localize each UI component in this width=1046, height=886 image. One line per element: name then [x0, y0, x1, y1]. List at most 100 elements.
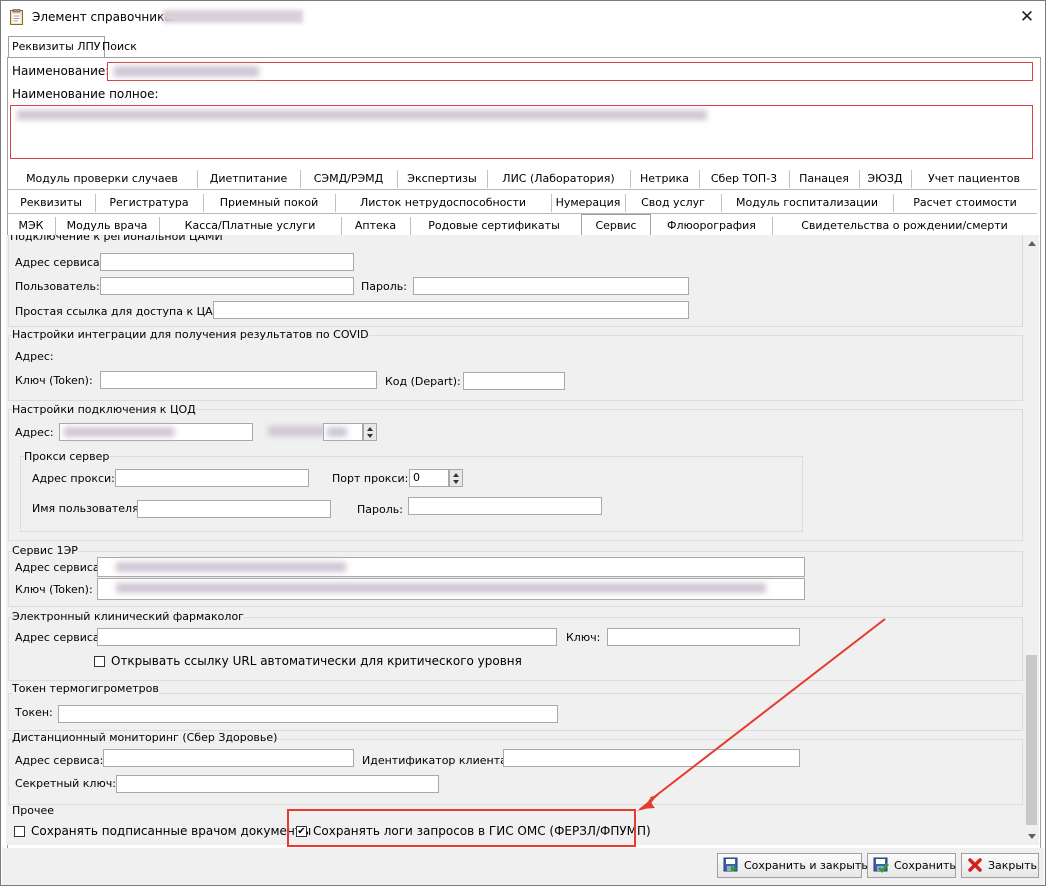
- cami-user-input[interactable]: [100, 277, 354, 295]
- cami-address-input[interactable]: [100, 253, 354, 271]
- thermo-token-input[interactable]: [58, 705, 558, 723]
- thermo-token-label: Токен:: [15, 706, 53, 719]
- proxy-port-label: Порт прокси:: [332, 472, 409, 485]
- tab-search[interactable]: Поиск: [99, 37, 140, 57]
- tab-sick-leave[interactable]: Листок нетрудоспособности: [335, 194, 552, 212]
- cod-address-label: Адрес:: [15, 426, 54, 439]
- service1er-token-input[interactable]: [97, 578, 805, 600]
- save-signed-docs-checkbox[interactable]: [14, 826, 25, 837]
- save-close-icon: [723, 857, 738, 872]
- cami-link-input[interactable]: [213, 301, 689, 319]
- save-label: Сохранить: [894, 859, 956, 872]
- cod-address-input[interactable]: [59, 423, 253, 441]
- save-and-close-button[interactable]: Сохранить и закрыть: [717, 853, 868, 878]
- tab-case-check[interactable]: Модуль проверки случаев: [7, 170, 198, 188]
- cod-group-title: Настройки подключения к ЦОД: [12, 403, 196, 416]
- tab-cost-calc[interactable]: Расчет стоимости: [893, 194, 1037, 212]
- close-button[interactable]: Закрыть: [961, 853, 1039, 878]
- scroll-down-icon[interactable]: [1028, 834, 1036, 839]
- name-label: Наименование:: [12, 64, 110, 78]
- tab-registry[interactable]: Регистратура: [95, 194, 204, 212]
- cod-port-input[interactable]: [323, 423, 363, 441]
- proxy-address-input[interactable]: [115, 469, 309, 487]
- proxy-password-input[interactable]: [408, 497, 602, 515]
- service1er-address-redacted: [116, 562, 346, 572]
- tab-mek[interactable]: МЭК: [7, 217, 56, 235]
- save-button[interactable]: Сохранить: [867, 853, 956, 878]
- tab-numbering[interactable]: Нумерация: [551, 194, 626, 212]
- tab-reception[interactable]: Приемный покой: [203, 194, 336, 212]
- tab-patient-accounting[interactable]: Учет пациентов: [911, 170, 1037, 188]
- fullname-label: Наименование полное:: [12, 87, 159, 101]
- tab-pharmacy[interactable]: Аптека: [341, 217, 411, 235]
- proxy-username-input[interactable]: [137, 500, 331, 518]
- tab-requisites[interactable]: Реквизиты: [7, 194, 96, 212]
- tab-semd[interactable]: СЭМД/РЭМД: [300, 170, 398, 188]
- proxy-address-label: Адрес прокси:: [32, 472, 115, 485]
- vertical-scrollbar[interactable]: [1024, 235, 1039, 845]
- tab-row-3: МЭК Модуль врача Касса/Платные услуги Ап…: [7, 214, 1037, 237]
- highlight-box: [287, 809, 636, 847]
- tab-netrika[interactable]: Нетрика: [630, 170, 700, 188]
- cami-link-label: Простая ссылка для доступа к ЦАМИ:: [15, 305, 235, 318]
- proxy-password-label: Пароль:: [357, 503, 403, 516]
- tab-row-2: Реквизиты Регистратура Приемный покой Ли…: [7, 191, 1037, 214]
- tab-birth-certificates[interactable]: Родовые сертификаты: [410, 217, 578, 235]
- remote-address-input[interactable]: [103, 749, 354, 767]
- tab-eyuzd[interactable]: ЭЮЗД: [859, 170, 912, 188]
- service1er-token-redacted: [116, 583, 766, 593]
- close-label: Закрыть: [988, 859, 1037, 872]
- tab-service[interactable]: Сервис: [581, 214, 651, 237]
- close-window-button[interactable]: ✕: [1015, 5, 1039, 29]
- pharmacologist-key-label: Ключ:: [566, 631, 601, 644]
- remote-group-title: Дистанционный мониторинг (Сбер Здоровье): [12, 731, 278, 744]
- cami-password-input[interactable]: [413, 277, 689, 295]
- remote-secret-input[interactable]: [116, 775, 439, 793]
- save-and-close-label: Сохранить и закрыть: [744, 859, 868, 872]
- tab-cashdesk[interactable]: Касса/Платные услуги: [159, 217, 342, 235]
- cami-user-label: Пользователь:: [15, 280, 100, 293]
- cod-port-spinner[interactable]: [363, 423, 377, 441]
- scrollbar-thumb[interactable]: [1026, 655, 1037, 825]
- scroll-up-icon[interactable]: [1028, 241, 1036, 246]
- name-input[interactable]: [107, 62, 1033, 81]
- window-title-redacted: [163, 10, 303, 23]
- remote-client-id-label: Идентификатор клиента:: [362, 754, 511, 767]
- tab-sber-top3[interactable]: Сбер ТОП-3: [699, 170, 790, 188]
- proxy-port-input[interactable]: 0: [409, 469, 449, 487]
- dialog-window: Элемент справочника: ✕ Реквизиты ЛПУ Пои…: [0, 0, 1046, 886]
- tab-expertise[interactable]: Экспертизы: [397, 170, 488, 188]
- title-bar: Элемент справочника: ✕: [1, 1, 1045, 33]
- fullname-input[interactable]: [10, 105, 1033, 159]
- remote-secret-label: Секретный ключ:: [15, 777, 116, 790]
- tab-diet[interactable]: Диетпитание: [197, 170, 301, 188]
- tab-hospitalization[interactable]: Модуль госпитализации: [721, 194, 894, 212]
- window-title: Элемент справочника:: [32, 10, 176, 24]
- tab-requisites-lpu[interactable]: Реквизиты ЛПУ: [8, 36, 105, 58]
- name-value-redacted: [114, 66, 259, 77]
- pharmacologist-address-label: Адрес сервиса:: [15, 631, 104, 644]
- auto-open-url-checkbox[interactable]: [94, 656, 105, 667]
- service1er-address-input[interactable]: [97, 557, 805, 577]
- save-signed-docs-label[interactable]: Сохранять подписанные врачом документы: [31, 824, 311, 838]
- cami-group-title: Подключение к региональной ЦАМИ: [10, 235, 223, 243]
- covid-depart-input[interactable]: [463, 372, 565, 390]
- proxy-group-title: Прокси сервер: [24, 450, 110, 463]
- proxy-group: [20, 456, 803, 532]
- tab-doctor-module[interactable]: Модуль врача: [55, 217, 160, 235]
- covid-group: [8, 335, 1023, 401]
- tab-panacea[interactable]: Панацея: [789, 170, 860, 188]
- tab-birth-death-certs[interactable]: Свидетельства о рождении/смерти: [772, 217, 1037, 235]
- cami-address-label: Адрес сервиса:: [15, 256, 104, 269]
- auto-open-url-label[interactable]: Открывать ссылку URL автоматически для к…: [111, 654, 522, 668]
- covid-token-label: Ключ (Token):: [15, 374, 93, 387]
- tab-services-summary[interactable]: Свод услуг: [625, 194, 722, 212]
- covid-token-input[interactable]: [100, 371, 377, 389]
- button-bar: Сохранить и закрыть Сохранить Закрыть: [2, 848, 1044, 885]
- tab-fluorography[interactable]: Флюорография: [651, 217, 773, 235]
- pharmacologist-address-input[interactable]: [97, 628, 557, 646]
- tab-lis[interactable]: ЛИС (Лаборатория): [487, 170, 631, 188]
- cod-address-redacted: [64, 427, 174, 437]
- covid-depart-label: Код (Depart):: [385, 375, 461, 388]
- proxy-port-spinner[interactable]: [449, 469, 463, 487]
